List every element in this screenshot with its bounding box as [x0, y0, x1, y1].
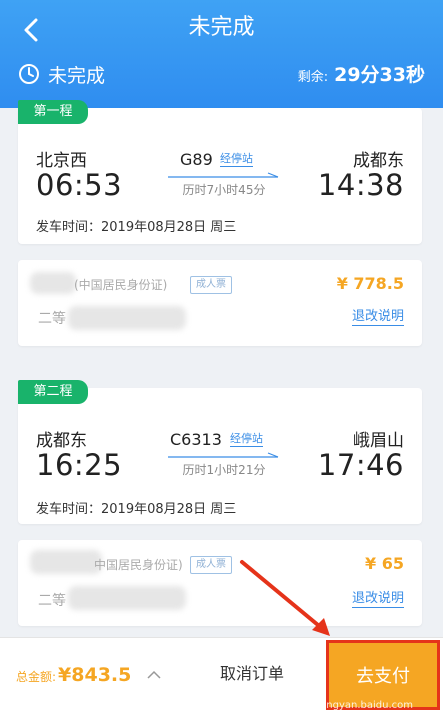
countdown-label: 剩余:: [297, 70, 329, 85]
id-type: (中国居民身份证): [74, 278, 168, 292]
status-text: 未完成: [48, 64, 106, 87]
blurred-seat-info: [68, 586, 186, 610]
chevron-up-icon[interactable]: [146, 670, 162, 680]
id-type: 中国居民身份证): [94, 558, 183, 572]
passenger-card-leg2: 中国居民身份证) 成人票 ¥ 65 二等 退改说明: [18, 540, 422, 626]
order-total: 总金额: ¥843.5: [16, 664, 131, 686]
blurred-seat-info: [68, 306, 186, 330]
seat-class: 二等: [38, 593, 66, 609]
depart-time: 16:25: [36, 448, 123, 482]
blurred-name: [30, 550, 102, 574]
leg-badge: 第一程: [18, 100, 88, 124]
trip-card-leg2: 第二程 成都东 16:25 C6313 经停站 历时1小时21分 峨眉山 17:…: [18, 380, 422, 524]
order-status: 未完成: [18, 60, 105, 88]
app-header: 未完成 未完成 剩余: 29分33秒: [0, 0, 443, 108]
refund-policy-link[interactable]: 退改说明: [351, 308, 404, 326]
train-number: C6313: [170, 430, 222, 449]
watermark: jingyan.baidu.com: [320, 700, 413, 711]
page-title: 未完成: [188, 15, 255, 40]
refund-policy-link[interactable]: 退改说明: [351, 590, 404, 608]
ticket-type-badge: 成人票: [190, 556, 232, 574]
arrive-time: 14:38: [317, 168, 404, 202]
countdown-value: 29分33秒: [334, 64, 425, 86]
duration: 历时7小时45分: [182, 183, 266, 197]
ticket-type-badge: 成人票: [190, 276, 232, 294]
price: ¥ 778.5: [336, 274, 404, 293]
train-number: G89: [180, 150, 213, 169]
arrive-time: 17:46: [317, 448, 404, 482]
trip-card-leg1: 第一程 北京西 06:53 G89 经停站 历时7小时45分 成都东 14:38…: [18, 100, 422, 244]
order-footer: 总金额: ¥843.5 取消订单 去支付 jingyan.baidu.com: [0, 637, 443, 713]
blurred-name: [30, 272, 76, 294]
departure-date: 发车时间：2019年08月28日 周三: [36, 220, 237, 235]
countdown: 剩余: 29分33秒: [298, 60, 425, 88]
total-amount: ¥843.5: [58, 664, 132, 686]
price: ¥ 65: [365, 554, 404, 573]
seat-class: 二等: [38, 311, 66, 327]
total-label: 总金额:: [16, 670, 57, 684]
pay-label: 去支付: [356, 666, 410, 687]
cancel-order-button[interactable]: 取消订单: [220, 660, 284, 684]
clock-icon: [19, 64, 39, 84]
leg-badge: 第二程: [18, 380, 88, 404]
depart-time: 06:53: [36, 168, 123, 202]
route-arrow-icon: [168, 172, 279, 178]
stops-link[interactable]: 经停站: [220, 152, 253, 167]
passenger-card-leg1: (中国居民身份证) 成人票 ¥ 778.5 二等 退改说明: [18, 260, 422, 346]
stops-link[interactable]: 经停站: [230, 432, 263, 447]
departure-date: 发车时间：2019年08月28日 周三: [36, 502, 237, 517]
route-arrow-icon: [168, 452, 279, 458]
duration: 历时1小时21分: [182, 463, 266, 477]
